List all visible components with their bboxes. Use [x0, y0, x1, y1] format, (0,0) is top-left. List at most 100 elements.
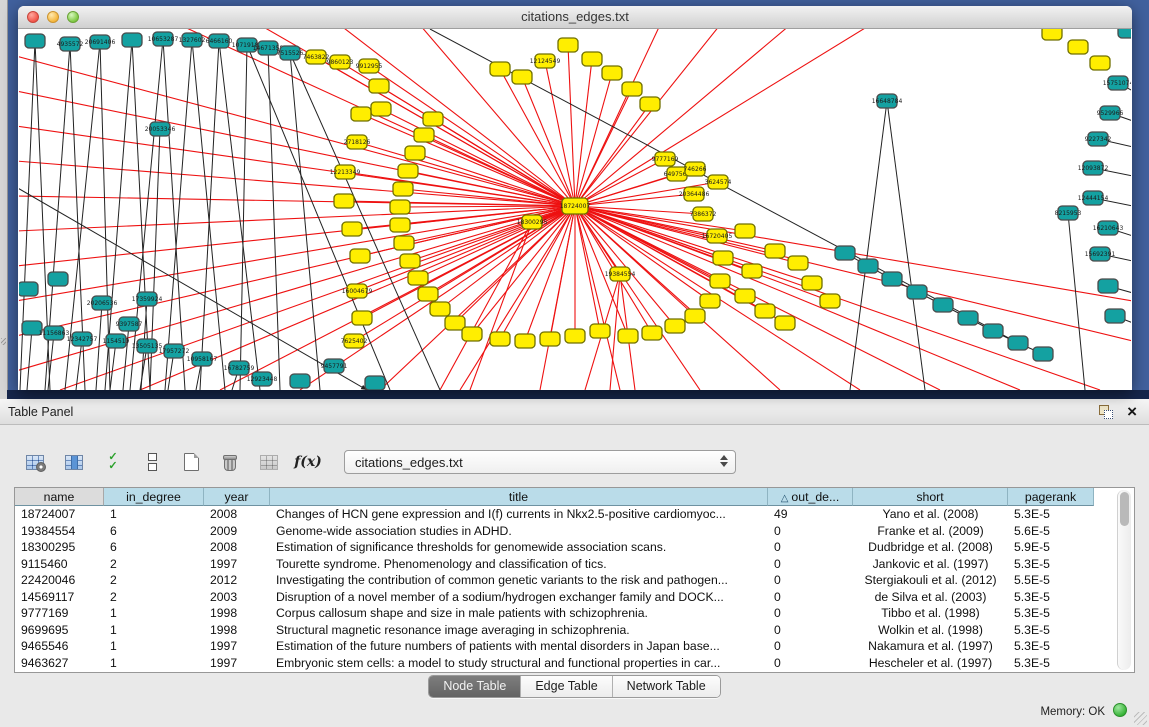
graph-node[interactable]	[48, 272, 68, 286]
graph-node[interactable]	[582, 52, 602, 66]
float-panel-icon[interactable]	[1099, 405, 1113, 419]
graph-node[interactable]	[418, 287, 438, 301]
graph-node[interactable]	[802, 276, 822, 290]
table-row[interactable]: 1456911722003Disruption of a novel membe…	[15, 589, 1134, 606]
graph-node[interactable]	[858, 259, 878, 273]
table-browser-settings-icon[interactable]	[22, 449, 48, 475]
graph-node[interactable]	[1042, 29, 1062, 40]
memory-status-icon[interactable]	[1113, 703, 1127, 717]
close-panel-icon[interactable]	[1127, 405, 1137, 419]
graph-node[interactable]	[515, 334, 535, 348]
table-selector-dropdown[interactable]: citations_edges.txt	[344, 450, 736, 474]
graph-node[interactable]	[430, 302, 450, 316]
graph-node[interactable]	[618, 329, 638, 343]
graph-node[interactable]	[122, 33, 142, 47]
graph-node[interactable]	[642, 326, 662, 340]
graph-node[interactable]	[390, 218, 410, 232]
graph-node[interactable]	[788, 256, 808, 270]
graph-node[interactable]	[700, 294, 720, 308]
graph-node[interactable]	[369, 79, 389, 93]
graph-node[interactable]	[735, 224, 755, 238]
column-header-pagerank[interactable]: pagerank	[1008, 488, 1094, 506]
graph-node[interactable]	[393, 182, 413, 196]
graph-node[interactable]	[590, 324, 610, 338]
table-scrollbar-thumb[interactable]	[1120, 492, 1129, 526]
zoom-window-icon[interactable]	[67, 11, 79, 23]
graph-node[interactable]	[290, 374, 310, 388]
minimize-window-icon[interactable]	[47, 11, 59, 23]
graph-node[interactable]	[390, 200, 410, 214]
table-row[interactable]: 946362711997Embryonic stem cells: a mode…	[15, 655, 1134, 672]
graph-node[interactable]	[933, 298, 953, 312]
table-row[interactable]: 946554611997Estimation of the future num…	[15, 638, 1134, 655]
graph-node[interactable]	[423, 112, 443, 126]
table-row[interactable]: 1872400712008Changes of HCN gene express…	[15, 506, 1134, 523]
graph-node[interactable]	[1090, 56, 1110, 70]
tab-node-table[interactable]: Node Table	[429, 676, 521, 697]
clear-selection-icon[interactable]	[139, 449, 165, 475]
column-header-year[interactable]: year	[204, 488, 270, 506]
graph-node[interactable]	[334, 194, 354, 208]
graph-node[interactable]	[665, 319, 685, 333]
resize-grip-icon[interactable]	[1134, 712, 1147, 725]
column-header-short[interactable]: short	[853, 488, 1008, 506]
graph-node[interactable]	[19, 282, 38, 296]
graph-node[interactable]	[1068, 40, 1088, 54]
graph-node[interactable]	[640, 97, 660, 111]
graph-node[interactable]	[710, 274, 730, 288]
column-header-in_degree[interactable]: in_degree	[104, 488, 204, 506]
column-header-name[interactable]: name	[15, 488, 104, 506]
function-builder-icon[interactable]: f(x)	[295, 449, 321, 475]
table-row[interactable]: 969969511998Structural magnetic resonanc…	[15, 622, 1134, 639]
table-row[interactable]: 977716911998Corpus callosum shape and si…	[15, 605, 1134, 622]
column-header-out_de[interactable]: out_de...	[768, 488, 853, 506]
graph-node[interactable]	[685, 309, 705, 323]
graph-node[interactable]	[512, 70, 532, 84]
table-row[interactable]: 1938455462009Genome-wide association stu…	[15, 523, 1134, 540]
graph-node[interactable]	[765, 244, 785, 258]
graph-node[interactable]	[400, 254, 420, 268]
graph-node[interactable]	[351, 107, 371, 121]
graph-node[interactable]	[394, 236, 414, 250]
import-table-icon[interactable]	[256, 449, 282, 475]
table-row[interactable]: 2242004622012Investigating the contribut…	[15, 572, 1134, 589]
column-visibility-icon[interactable]	[61, 449, 87, 475]
close-window-icon[interactable]	[27, 11, 39, 23]
graph-node[interactable]	[882, 272, 902, 286]
graph-node[interactable]	[1118, 29, 1131, 38]
graph-node[interactable]	[713, 251, 733, 265]
graph-node[interactable]	[408, 271, 428, 285]
graph-node[interactable]	[558, 38, 578, 52]
table-row[interactable]: 1830029562008Estimation of significance …	[15, 539, 1134, 556]
graph-node[interactable]	[25, 34, 45, 48]
graph-node[interactable]	[1008, 336, 1028, 350]
graph-node[interactable]	[755, 304, 775, 318]
table-scrollbar[interactable]	[1117, 490, 1131, 670]
column-header-title[interactable]: title	[270, 488, 768, 506]
graph-node[interactable]	[490, 332, 510, 346]
network-window-titlebar[interactable]: citations_edges.txt	[18, 6, 1132, 29]
network-canvas[interactable]: 1872400749355722069140610653287132760264…	[19, 29, 1131, 390]
graph-node[interactable]	[490, 62, 510, 76]
graph-node[interactable]	[602, 66, 622, 80]
graph-node[interactable]	[371, 102, 391, 116]
graph-node[interactable]	[835, 246, 855, 260]
graph-node[interactable]	[398, 164, 418, 178]
network-graph[interactable]: 1872400749355722069140610653287132760264…	[19, 29, 1131, 390]
left-splitter[interactable]	[0, 0, 8, 399]
graph-node[interactable]	[983, 324, 1003, 338]
tab-edge-table[interactable]: Edge Table	[521, 676, 612, 697]
graph-node[interactable]	[820, 294, 840, 308]
graph-node[interactable]	[1105, 309, 1125, 323]
new-table-icon[interactable]	[178, 449, 204, 475]
graph-node[interactable]	[350, 249, 370, 263]
graph-node[interactable]	[342, 222, 362, 236]
graph-node[interactable]	[1098, 279, 1118, 293]
select-all-icon[interactable]	[100, 449, 126, 475]
graph-node[interactable]	[735, 289, 755, 303]
graph-node[interactable]	[365, 376, 385, 390]
graph-node[interactable]	[742, 264, 762, 278]
graph-node[interactable]	[352, 311, 372, 325]
graph-node[interactable]	[775, 316, 795, 330]
table-row[interactable]: 911546021997Tourette syndrome. Phenomeno…	[15, 556, 1134, 573]
